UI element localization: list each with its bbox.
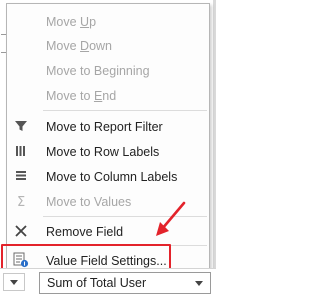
values-area-row: Sum of Total User <box>0 268 216 300</box>
close-x-icon <box>13 223 29 239</box>
pivot-field-context-stage: Move Up Move Down Move to Beginning Move… <box>0 0 216 300</box>
chevron-down-icon[interactable] <box>193 277 205 289</box>
menu-item-label: Move to Row Labels <box>46 144 160 159</box>
menu-item-label: Remove Field <box>46 224 124 239</box>
menu-item-label: Move to Beginning <box>46 63 150 78</box>
chevron-down-icon <box>10 279 18 285</box>
menu-item-label: Move Up <box>46 14 97 29</box>
menu-item-move-to-end: Move to End <box>7 84 209 107</box>
menu-item-move-down: Move Down <box>7 34 209 57</box>
menu-item-move-to-column-labels[interactable]: Move to Column Labels <box>7 165 209 188</box>
menu-item-label: Move to Report Filter <box>46 119 163 134</box>
menu-item-label: Move to Values <box>46 194 132 209</box>
menu-item-move-up: Move Up <box>7 10 209 33</box>
area-divider <box>0 268 216 269</box>
value-field-settings-highlight-box <box>1 244 171 271</box>
background-scrollbar-track <box>213 0 216 268</box>
filter-icon <box>13 118 29 134</box>
annotation-arrow-icon <box>156 201 186 236</box>
column-labels-icon <box>13 168 29 184</box>
menu-item-label: Move to Column Labels <box>46 169 178 184</box>
menu-item-move-to-row-labels[interactable]: Move to Row Labels <box>7 140 209 163</box>
values-field-button[interactable]: Sum of Total User <box>39 272 211 294</box>
menu-item-label: Move Down <box>46 38 113 53</box>
row-labels-icon <box>13 143 29 159</box>
menu-item-label: Move to End <box>46 88 117 103</box>
menu-separator <box>43 110 207 111</box>
sigma-icon: Σ <box>13 193 29 209</box>
adjacent-field-dropdown[interactable] <box>3 273 25 291</box>
menu-item-move-to-beginning: Move to Beginning <box>7 59 209 82</box>
svg-text:Σ: Σ <box>17 195 25 208</box>
values-field-label: Sum of Total User <box>47 276 147 290</box>
menu-item-move-to-report-filter[interactable]: Move to Report Filter <box>7 115 209 138</box>
